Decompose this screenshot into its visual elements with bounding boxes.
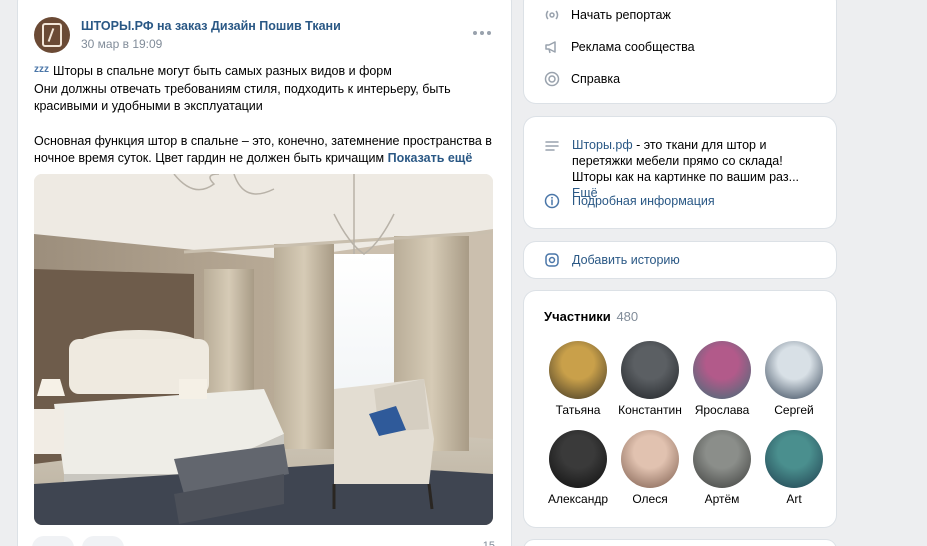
member-name: Олеся xyxy=(632,492,668,506)
wall-post: ШТОРЫ.РФ на заказ Дизайн Пошив Ткани 30 … xyxy=(18,0,511,546)
megaphone-icon xyxy=(544,39,560,55)
member-item[interactable]: Константин xyxy=(614,341,686,417)
menu-item-label: Справка xyxy=(571,72,621,86)
story-camera-icon xyxy=(544,252,560,268)
member-avatar xyxy=(621,430,679,488)
add-story-label: Добавить историю xyxy=(572,253,680,267)
members-title: Участники xyxy=(544,309,611,324)
member-name: Александр xyxy=(547,492,609,506)
menu-item-label: Реклама сообщества xyxy=(571,40,695,54)
members-count: 480 xyxy=(616,309,639,324)
info-circle-icon xyxy=(544,193,560,209)
member-name: Артём xyxy=(704,492,740,506)
menu-item-start-broadcast[interactable]: Начать репортаж xyxy=(544,5,671,25)
zzz-emoji-icon: zzz xyxy=(34,64,49,75)
post-actions xyxy=(32,536,124,546)
more-options-icon[interactable] xyxy=(470,23,494,43)
member-name: Сергей xyxy=(774,403,814,417)
member-item[interactable]: Артём xyxy=(686,430,758,506)
post-date[interactable]: 30 мар в 19:09 xyxy=(81,37,162,51)
like-button[interactable] xyxy=(32,536,74,546)
member-item[interactable]: Татьяна xyxy=(542,341,614,417)
members-card: Участники 480 Татьяна Константин Ярослава С… xyxy=(524,291,836,527)
member-item[interactable]: Олеся xyxy=(614,430,686,506)
text-lines-icon xyxy=(544,138,560,154)
community-avatar[interactable] xyxy=(34,17,70,53)
menu-item-community-ads[interactable]: Реклама сообщества xyxy=(544,37,695,57)
member-item[interactable]: Александр xyxy=(542,430,614,506)
broadcast-icon xyxy=(544,7,560,23)
community-description: Шторы.рф - это ткани для штор и перетяжк… xyxy=(544,137,822,201)
member-name: Art xyxy=(786,492,802,506)
member-item[interactable]: Ярослава xyxy=(686,341,758,417)
member-name: Константин xyxy=(618,403,682,417)
community-info-card: Шторы.рф - это ткани для штор и перетяжк… xyxy=(524,117,836,228)
post-photo-bedroom[interactable] xyxy=(34,174,493,525)
community-actions-menu: Начать репортаж Реклама сообщества Справ… xyxy=(524,0,836,103)
member-avatar xyxy=(693,430,751,488)
member-item[interactable]: Art xyxy=(758,430,830,506)
post-header: ШТОРЫ.РФ на заказ Дизайн Пошив Ткани 30 … xyxy=(34,17,494,57)
member-avatar xyxy=(765,430,823,488)
post-text: zzz Шторы в спальне могут быть самых разн… xyxy=(34,61,496,168)
views-count: 15 xyxy=(482,540,495,546)
member-avatar xyxy=(549,341,607,399)
member-name: Ярослава xyxy=(694,403,750,417)
help-lifebuoy-icon xyxy=(544,71,560,87)
post-line-2: Они должны отвечать требованиям стиля, п… xyxy=(34,81,451,114)
post-line-1: Шторы в спальне могут быть самых разных … xyxy=(53,64,392,78)
post-author-link[interactable]: ШТОРЫ.РФ на заказ Дизайн Пошив Ткани xyxy=(81,19,341,33)
member-avatar xyxy=(693,341,751,399)
member-item[interactable]: Сергей xyxy=(758,341,830,417)
next-card xyxy=(524,540,836,546)
share-button[interactable] xyxy=(82,536,124,546)
member-name: Татьяна xyxy=(555,403,601,417)
add-story-row: Добавить историю xyxy=(544,252,680,268)
show-more-link[interactable]: Показать ещё xyxy=(388,151,473,165)
detailed-info-label: Подробная информация xyxy=(572,194,715,208)
site-link[interactable]: Шторы.рф xyxy=(572,138,633,152)
member-avatar xyxy=(621,341,679,399)
detailed-info-link[interactable]: Подробная информация xyxy=(544,193,715,209)
member-avatar xyxy=(549,430,607,488)
menu-item-label: Начать репортаж xyxy=(571,8,671,22)
member-avatar xyxy=(765,341,823,399)
menu-item-help[interactable]: Справка xyxy=(544,69,620,89)
add-story-card[interactable]: Добавить историю xyxy=(524,242,836,278)
members-heading[interactable]: Участники 480 xyxy=(544,309,638,324)
